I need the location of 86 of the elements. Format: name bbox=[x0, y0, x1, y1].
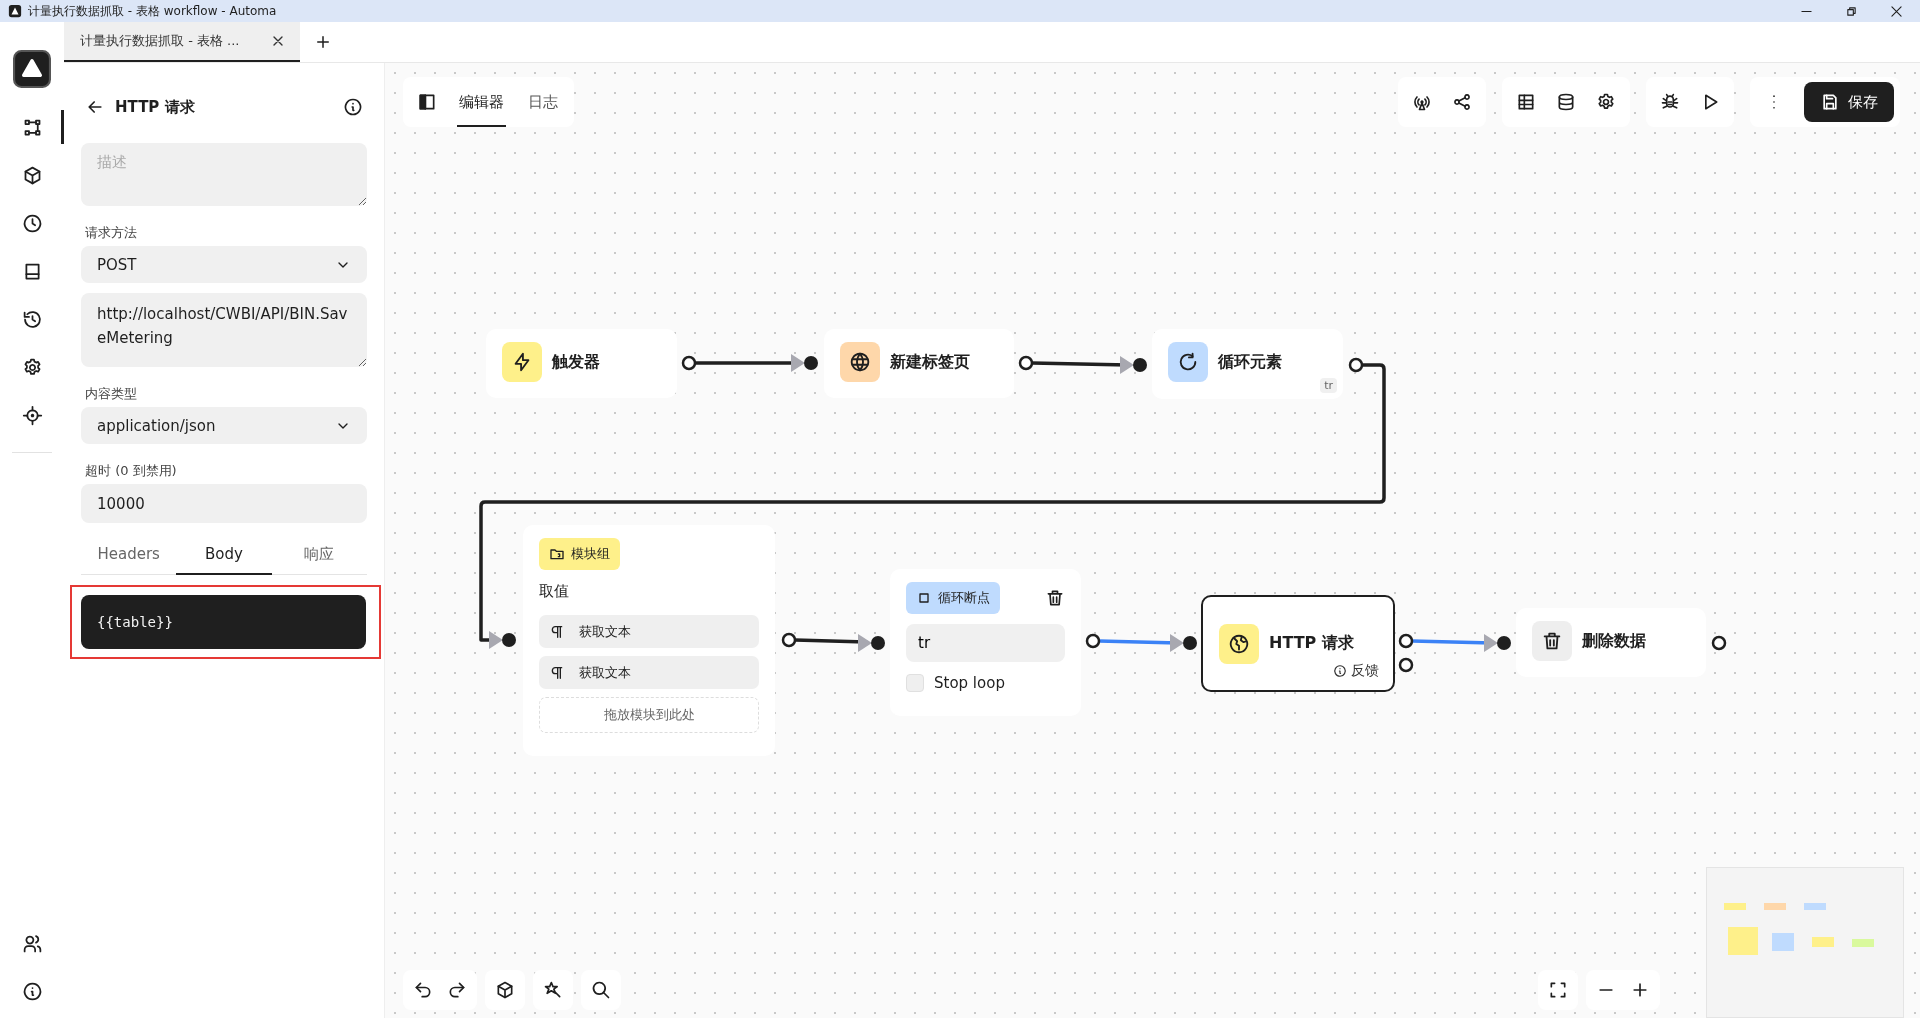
block-node[interactable]: 删除数据 bbox=[1516, 608, 1706, 677]
description-field[interactable]: 描述 bbox=[81, 143, 367, 206]
content-type-select[interactable]: application/json bbox=[81, 407, 367, 444]
input-handle[interactable] bbox=[1183, 636, 1197, 650]
feedback-link[interactable]: 反馈 bbox=[1351, 662, 1379, 680]
search-icon[interactable] bbox=[591, 980, 611, 1000]
bug-icon[interactable] bbox=[1660, 92, 1680, 112]
restore-icon[interactable] bbox=[1846, 5, 1857, 17]
info-icon[interactable] bbox=[343, 97, 363, 117]
output-handle[interactable] bbox=[1085, 633, 1101, 649]
input-handle[interactable] bbox=[1497, 636, 1511, 650]
square-icon bbox=[916, 590, 932, 606]
database-icon[interactable] bbox=[1556, 92, 1576, 112]
fullscreen-icon[interactable] bbox=[1548, 980, 1568, 1000]
trash-icon[interactable] bbox=[1045, 588, 1065, 608]
input-handle[interactable] bbox=[804, 356, 818, 370]
input-handle[interactable] bbox=[1133, 358, 1147, 372]
output-handle[interactable] bbox=[1711, 635, 1727, 651]
cube-icon[interactable] bbox=[495, 980, 515, 1000]
table-icon[interactable] bbox=[1516, 92, 1536, 112]
panel-tab[interactable]: Headers bbox=[81, 533, 177, 574]
timeout-field[interactable]: 10000 bbox=[81, 484, 367, 523]
settings-icon[interactable] bbox=[1596, 92, 1616, 112]
editor-tab[interactable]: 日志 bbox=[526, 77, 560, 127]
checkbox[interactable] bbox=[906, 674, 924, 692]
output-handle[interactable] bbox=[1398, 657, 1414, 673]
info-icon bbox=[1333, 664, 1347, 678]
block-title: 循环元素 bbox=[1218, 351, 1282, 373]
output-handle[interactable] bbox=[781, 632, 797, 648]
arrowhead-icon bbox=[1120, 356, 1134, 374]
output-handle[interactable] bbox=[1398, 633, 1414, 649]
drop-zone: 拖放模块到此处 bbox=[539, 697, 759, 733]
panel-tab[interactable]: 响应 bbox=[271, 533, 367, 574]
block-title: 触发器 bbox=[552, 351, 600, 373]
arrowhead-icon bbox=[489, 631, 503, 649]
selector-badge: tr bbox=[1320, 378, 1337, 393]
field-label: 超时 (0 到禁用) bbox=[85, 462, 178, 480]
method-select[interactable]: POST bbox=[81, 246, 367, 283]
output-handle[interactable] bbox=[1018, 355, 1034, 371]
output-handle[interactable] bbox=[681, 355, 697, 371]
workflow-tab[interactable]: 计量执行数据抓取 - 表格 ... bbox=[64, 22, 300, 62]
input-handle[interactable] bbox=[871, 636, 885, 650]
window-title: 计量执行数据抓取 - 表格 workflow - Automa bbox=[28, 2, 277, 20]
block-title: 删除数据 bbox=[1582, 630, 1646, 652]
block-title: HTTP 请求 bbox=[1269, 633, 1354, 654]
block-node[interactable]: 触发器 bbox=[486, 329, 677, 398]
folder-icon bbox=[549, 546, 565, 562]
url-field[interactable]: http://localhost/CWBI/API/BIN.SaveMetering bbox=[81, 293, 367, 367]
editor-tab[interactable]: 编辑器 bbox=[457, 77, 506, 127]
redo-icon[interactable] bbox=[447, 980, 467, 1000]
output-handle[interactable] bbox=[1348, 357, 1364, 373]
arrowhead-icon bbox=[1170, 634, 1184, 652]
share-icon[interactable] bbox=[1452, 92, 1472, 112]
sidebar-toggle-icon[interactable] bbox=[417, 92, 437, 112]
magic-icon[interactable] bbox=[543, 980, 563, 1000]
block-item[interactable]: 获取文本 bbox=[539, 615, 759, 648]
panel-tab[interactable]: Body bbox=[176, 533, 272, 575]
block-item[interactable]: 获取文本 bbox=[539, 656, 759, 689]
panel-title: HTTP 请求 bbox=[115, 97, 195, 117]
block-node[interactable]: 循环元素 tr bbox=[1152, 329, 1343, 399]
selector-field[interactable]: tr bbox=[906, 624, 1065, 662]
undo-icon[interactable] bbox=[413, 980, 433, 1000]
group-name: 取值 bbox=[539, 582, 570, 601]
arrowhead-icon bbox=[1484, 634, 1498, 652]
group-node[interactable]: 模块组 取值 获取文本 获取文本 拖放模块到此处 bbox=[523, 525, 775, 756]
block-title: 新建标签页 bbox=[890, 351, 970, 373]
app-logo-icon bbox=[8, 4, 22, 18]
input-handle[interactable] bbox=[502, 633, 516, 647]
block-node[interactable]: 循环断点 tr Stop loop bbox=[890, 569, 1081, 716]
arrowhead-icon bbox=[791, 354, 805, 372]
arrowhead-icon bbox=[858, 634, 872, 652]
group-tag: 模块组 bbox=[539, 538, 620, 570]
block-node[interactable]: HTTP 请求 反馈 bbox=[1201, 595, 1395, 692]
block-node[interactable]: 新建标签页 bbox=[824, 329, 1014, 398]
checkbox-label: Stop loop bbox=[934, 674, 1005, 692]
paragraph-icon bbox=[549, 623, 565, 640]
app-logo-icon bbox=[13, 50, 51, 88]
save-button[interactable]: 保存 bbox=[1804, 82, 1894, 122]
close-icon[interactable] bbox=[1891, 5, 1902, 17]
plus-icon[interactable] bbox=[314, 33, 332, 51]
breakpoint-tag: 循环断点 bbox=[906, 582, 1000, 614]
code-editor[interactable]: {{table}} bbox=[81, 595, 366, 649]
field-label: 内容类型 bbox=[85, 385, 138, 403]
field-label: 请求方法 bbox=[85, 224, 138, 242]
save-icon bbox=[1820, 92, 1840, 112]
paragraph-icon bbox=[549, 664, 565, 681]
